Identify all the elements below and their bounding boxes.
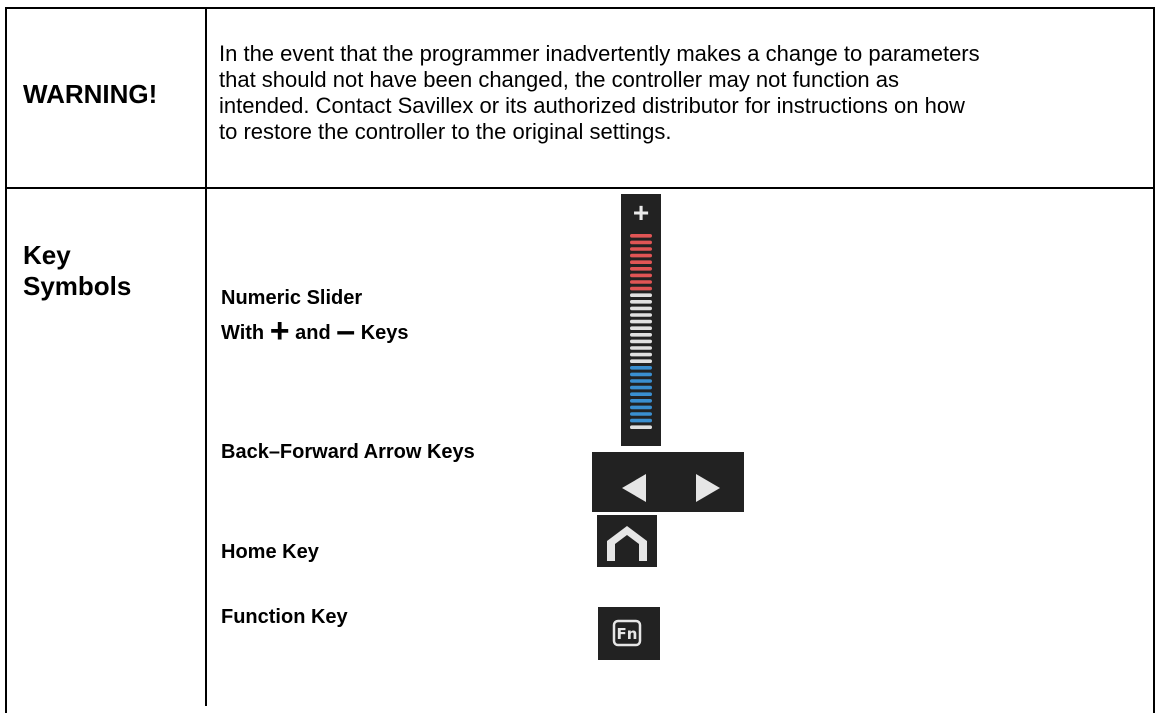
right-arrow-icon[interactable] [696, 474, 720, 502]
slider-segment [630, 425, 652, 429]
numeric-slider-keys-label: With + and – Keys [221, 314, 409, 348]
key-symbols-label: Key Symbols [23, 240, 131, 302]
slider-segment [630, 359, 652, 363]
slider-segment [630, 379, 652, 383]
and-word: and [295, 322, 331, 344]
slider-segment [630, 247, 652, 251]
keys-word: Keys [360, 322, 409, 344]
key-symbols-label-line1: Key [23, 240, 71, 270]
slider-segment [630, 280, 652, 284]
slider-segment [630, 286, 652, 291]
home-icon[interactable] [597, 515, 657, 567]
row-divider [5, 187, 1155, 189]
back-forward-label: Back–Forward Arrow Keys [221, 441, 475, 463]
slider-segment [630, 412, 652, 416]
slider-segment [630, 313, 652, 317]
minus-sign: – [336, 312, 356, 350]
fn-key-icon[interactable]: Fn [598, 607, 660, 660]
warning-line: In the event that the programmer inadver… [219, 41, 980, 66]
fn-key-text: Fn [617, 625, 638, 643]
warning-line: to restore the controller to the origina… [219, 119, 672, 144]
slider-segment [630, 260, 652, 264]
left-arrow-icon[interactable] [622, 474, 646, 502]
slider-segment [630, 253, 652, 258]
slider-segment [630, 418, 652, 423]
slider-segment [630, 326, 652, 330]
slider-segment [630, 392, 652, 396]
numeric-slider-key[interactable]: + [621, 194, 661, 446]
slider-segment [630, 385, 652, 390]
warning-label: WARNING! [23, 79, 158, 109]
slider-bar-icon[interactable] [621, 194, 661, 446]
slider-segment [630, 319, 652, 324]
key-symbols-label-line2: Symbols [23, 271, 132, 301]
function-key[interactable]: Fn [598, 607, 660, 660]
slider-segment [630, 273, 652, 278]
slider-segment [630, 293, 652, 297]
slider-segment [630, 306, 652, 311]
slider-segment [630, 300, 652, 304]
slider-segment [630, 333, 652, 337]
numeric-slider-label: Numeric Slider [221, 287, 363, 309]
slider-segment [630, 339, 652, 344]
with-word: With [221, 322, 265, 344]
slider-segment [630, 267, 652, 271]
slider-segment [630, 366, 652, 370]
slider-segment [630, 405, 652, 410]
slider-segment [630, 399, 652, 403]
slider-segment [630, 372, 652, 377]
slider-segment [630, 240, 652, 245]
plus-sign: + [269, 312, 290, 350]
column-divider [205, 7, 207, 706]
back-forward-keys [592, 452, 744, 512]
slider-segment [630, 346, 652, 350]
home-key[interactable] [597, 515, 657, 567]
warning-line: that should not have been changed, the c… [219, 67, 900, 92]
function-key-label: Function Key [221, 606, 348, 628]
warning-line: intended. Contact Savillex or its author… [219, 93, 965, 118]
home-key-label: Home Key [221, 541, 319, 563]
slider-segment [630, 352, 652, 357]
slider-segment [630, 234, 652, 238]
